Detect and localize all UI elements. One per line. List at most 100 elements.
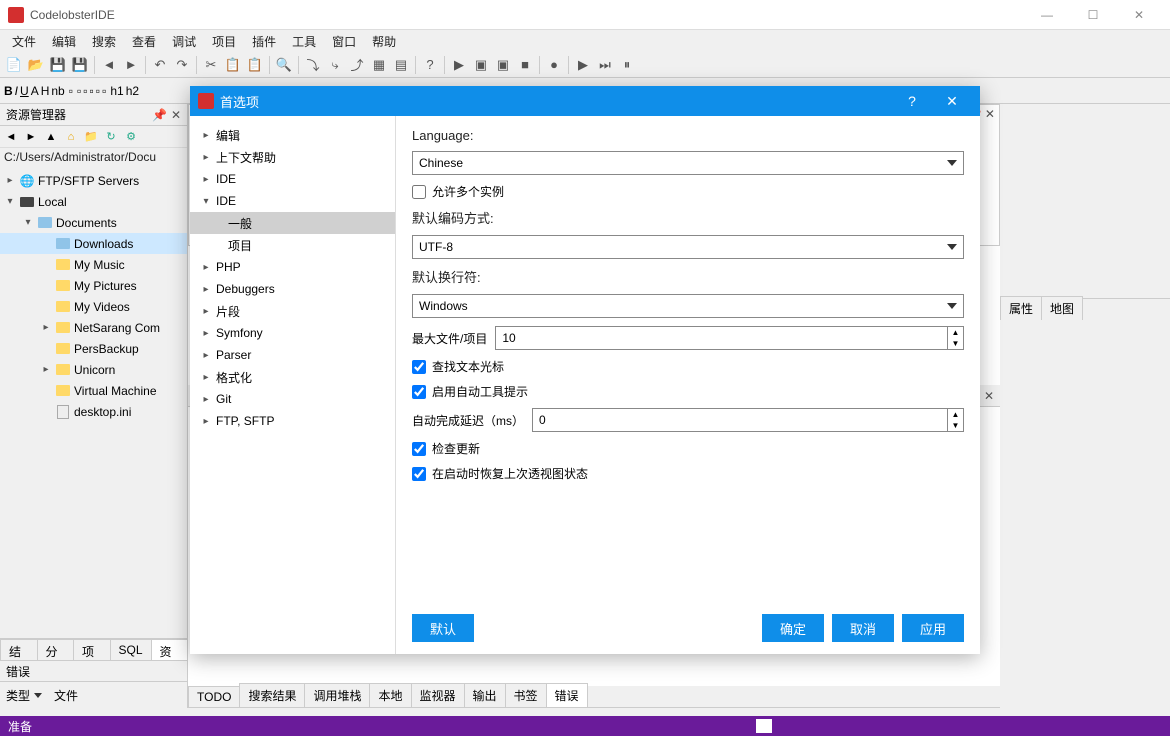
encoding-select[interactable]: UTF-8	[412, 235, 964, 259]
tree-node[interactable]: My Pictures	[0, 275, 187, 296]
fmt-h1-icon[interactable]: h1	[110, 84, 123, 98]
check-update-checkbox[interactable]	[412, 442, 426, 456]
left-tab-3[interactable]: SQL	[110, 639, 152, 660]
tree-node[interactable]: ▾Local	[0, 191, 187, 212]
spin-down-icon[interactable]: ▼	[947, 338, 963, 349]
bottom-tab-3[interactable]: 本地	[369, 683, 411, 707]
linebreak-select[interactable]: Windows	[412, 294, 964, 318]
close-pane-icon[interactable]: ✕	[171, 108, 181, 122]
bottom-tab-5[interactable]: 输出	[464, 683, 506, 707]
menu-4[interactable]: 调试	[164, 31, 204, 52]
minimize-button[interactable]: —	[1024, 0, 1070, 30]
file-filter[interactable]: 文件	[54, 687, 78, 704]
spin-down-icon[interactable]: ▼	[947, 420, 963, 431]
maxfiles-spinner[interactable]: 10 ▲▼	[495, 326, 964, 350]
close-pane-icon[interactable]: ✕	[984, 389, 994, 403]
bottom-tab-1[interactable]: 搜索结果	[239, 683, 305, 707]
right-tab-1[interactable]: 地图	[1041, 296, 1083, 320]
fmt-h2-icon[interactable]: h2	[126, 84, 139, 98]
skip-icon[interactable]: ⏭	[595, 55, 615, 75]
left-tab-4[interactable]: 资源	[151, 639, 189, 660]
menu-1[interactable]: 编辑	[44, 31, 84, 52]
undo-icon[interactable]: ↶	[150, 55, 170, 75]
fmt-list-icon[interactable]: ▫	[96, 84, 100, 98]
find-cursor-checkbox[interactable]	[412, 360, 426, 374]
ok-button[interactable]: 确定	[762, 614, 824, 642]
new-icon[interactable]: 📄	[4, 55, 24, 75]
paste-icon[interactable]: 📋	[245, 55, 265, 75]
saveall-icon[interactable]: 💾	[70, 55, 90, 75]
right-tab-0[interactable]: 属性	[1000, 296, 1042, 320]
open-icon[interactable]: 📂	[26, 55, 46, 75]
home-icon[interactable]: ⌂	[62, 128, 80, 146]
fmt-nb-icon[interactable]: nb	[51, 84, 64, 98]
restore-perspective-checkbox[interactable]	[412, 467, 426, 481]
redo-icon[interactable]: ↷	[172, 55, 192, 75]
bold-button[interactable]: B	[4, 84, 13, 98]
step-out-icon[interactable]: ⤴	[347, 55, 367, 75]
auto-tooltip-checkbox[interactable]	[412, 385, 426, 399]
pin-icon[interactable]: 📌	[152, 108, 167, 122]
cut-icon[interactable]: ✂	[201, 55, 221, 75]
nav-fwd-icon[interactable]: ►	[22, 128, 40, 146]
autocomplete-spinner[interactable]: 0 ▲▼	[532, 408, 964, 432]
category-item[interactable]: ▸格式化	[190, 366, 395, 388]
play2-icon[interactable]: ▶	[573, 55, 593, 75]
category-item[interactable]: ▸片段	[190, 300, 395, 322]
back-icon[interactable]: ◄	[99, 55, 119, 75]
type-filter[interactable]: 类型	[6, 687, 42, 704]
bottom-tab-2[interactable]: 调用堆栈	[304, 683, 370, 707]
tree-node[interactable]: ▾Documents	[0, 212, 187, 233]
layers-icon[interactable]: ▤	[391, 55, 411, 75]
text-color-button[interactable]: A	[31, 84, 39, 98]
run-icon[interactable]: ▶	[449, 55, 469, 75]
settings-icon[interactable]: ⚙	[122, 128, 140, 146]
path-bar[interactable]: C:/Users/Administrator/Docu	[0, 148, 187, 168]
copy-icon[interactable]: 📋	[223, 55, 243, 75]
category-item[interactable]: ▸Symfony	[190, 322, 395, 344]
menu-6[interactable]: 插件	[244, 31, 284, 52]
step-over-icon[interactable]: ⤵	[303, 55, 323, 75]
category-sub-item[interactable]: 一般	[190, 212, 395, 234]
fmt-quote-icon[interactable]: ▫	[102, 84, 106, 98]
fmt-img-icon[interactable]: ▫	[83, 84, 87, 98]
category-item[interactable]: ▸Git	[190, 388, 395, 410]
default-button[interactable]: 默认	[412, 614, 474, 642]
allow-multi-checkbox[interactable]	[412, 185, 426, 199]
category-item[interactable]: ▸IDE	[190, 168, 395, 190]
fmt-table-icon[interactable]: ▫	[90, 84, 94, 98]
left-tab-0[interactable]: 结构	[0, 639, 38, 660]
category-item[interactable]: ▸Debuggers	[190, 278, 395, 300]
category-item[interactable]: ▸PHP	[190, 256, 395, 278]
grid-icon[interactable]: ▦	[369, 55, 389, 75]
term1-icon[interactable]: ▣	[471, 55, 491, 75]
left-tab-2[interactable]: 项目	[73, 639, 111, 660]
tree-node[interactable]: Virtual Machine	[0, 380, 187, 401]
tree-node[interactable]: ▸NetSarang Com	[0, 317, 187, 338]
maximize-button[interactable]: ☐	[1070, 0, 1116, 30]
term2-icon[interactable]: ▣	[493, 55, 513, 75]
find-icon[interactable]: 🔍	[274, 55, 294, 75]
italic-button[interactable]: I	[15, 84, 18, 98]
menu-8[interactable]: 窗口	[324, 31, 364, 52]
category-item[interactable]: ▸Parser	[190, 344, 395, 366]
bottom-tab-0[interactable]: TODO	[188, 686, 240, 707]
category-item[interactable]: ▾IDE	[190, 190, 395, 212]
tree-node[interactable]: Downloads	[0, 233, 187, 254]
menu-0[interactable]: 文件	[4, 31, 44, 52]
underline-button[interactable]: U	[20, 84, 29, 98]
spin-up-icon[interactable]: ▲	[947, 409, 963, 420]
menu-9[interactable]: 帮助	[364, 31, 404, 52]
fwd-icon[interactable]: ►	[121, 55, 141, 75]
fmt-H-icon[interactable]: H	[41, 84, 50, 98]
tree-node[interactable]: desktop.ini	[0, 401, 187, 422]
category-item[interactable]: ▸上下文帮助	[190, 146, 395, 168]
menu-7[interactable]: 工具	[284, 31, 324, 52]
stop-icon[interactable]: ■	[515, 55, 535, 75]
help-icon[interactable]: ?	[420, 55, 440, 75]
cancel-button[interactable]: 取消	[832, 614, 894, 642]
fmt-para-icon[interactable]: ▫	[69, 84, 73, 98]
category-item[interactable]: ▸编辑	[190, 124, 395, 146]
category-item[interactable]: ▸FTP, SFTP	[190, 410, 395, 432]
tree-node[interactable]: ▸🌐FTP/SFTP Servers	[0, 170, 187, 191]
